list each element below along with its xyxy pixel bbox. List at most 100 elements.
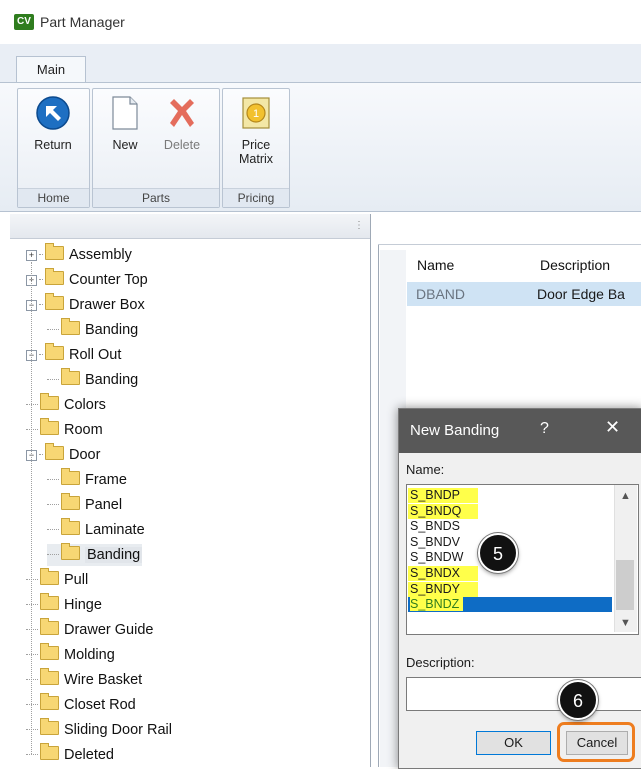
tree-connector bbox=[39, 279, 43, 280]
tree-item[interactable]: Closet Rod bbox=[26, 693, 136, 716]
cancel-highlight-outline bbox=[557, 722, 635, 762]
tree-item-label: Panel bbox=[85, 497, 123, 513]
folder-icon bbox=[45, 343, 64, 360]
tree-connector bbox=[47, 504, 59, 505]
scrollbar-thumb[interactable] bbox=[616, 560, 634, 610]
price-matrix-button-label: Price Matrix bbox=[238, 138, 274, 166]
expand-icon[interactable]: + bbox=[26, 250, 37, 261]
tree-connector bbox=[47, 479, 59, 480]
tree-item[interactable]: − Drawer Box bbox=[26, 293, 145, 316]
folder-icon bbox=[61, 543, 80, 560]
tree-item[interactable]: Deleted bbox=[26, 743, 114, 766]
tree-item[interactable]: Sliding Door Rail bbox=[26, 718, 172, 741]
tree-item[interactable]: Banding bbox=[47, 368, 139, 391]
ok-button[interactable]: OK bbox=[476, 731, 551, 755]
tree-item-label: Sliding Door Rail bbox=[64, 722, 172, 738]
tree-connector bbox=[39, 254, 43, 255]
svg-text:1: 1 bbox=[253, 108, 259, 120]
return-arrow-icon bbox=[36, 96, 70, 130]
help-icon[interactable]: ? bbox=[540, 420, 549, 438]
tree-connector bbox=[47, 554, 59, 555]
tree-item[interactable]: − Door bbox=[26, 443, 101, 466]
price-matrix-button[interactable]: 1 Price Matrix bbox=[227, 95, 285, 166]
tree-item[interactable]: + Assembly bbox=[26, 243, 132, 266]
tree-item-label: Deleted bbox=[64, 747, 114, 763]
folder-icon bbox=[61, 493, 80, 510]
column-header-description[interactable]: Description bbox=[540, 257, 610, 273]
folder-icon bbox=[40, 718, 59, 735]
tree-item-label: Drawer Guide bbox=[64, 622, 154, 638]
ribbon-group-label-pricing: Pricing bbox=[223, 188, 289, 207]
tree-connector bbox=[26, 729, 38, 730]
tree-connector bbox=[26, 429, 38, 430]
dialog-title: New Banding bbox=[410, 422, 500, 439]
column-header-name[interactable]: Name bbox=[417, 257, 454, 273]
folder-icon bbox=[40, 618, 59, 635]
folder-icon bbox=[40, 568, 59, 585]
list-item[interactable]: S_BNDP bbox=[408, 488, 478, 503]
tree-item[interactable]: − Roll Out bbox=[26, 343, 121, 366]
tree-connector bbox=[26, 404, 38, 405]
description-input[interactable] bbox=[406, 677, 641, 711]
tree-item[interactable]: Pull bbox=[26, 568, 88, 591]
step-callout-6: 6 bbox=[558, 680, 598, 720]
price-matrix-icon: 1 bbox=[242, 97, 270, 129]
tree-item[interactable]: Colors bbox=[26, 393, 106, 416]
folder-icon bbox=[40, 418, 59, 435]
return-button[interactable]: Return bbox=[24, 95, 82, 152]
tree-item[interactable]: Molding bbox=[26, 643, 115, 666]
delete-button-label: Delete bbox=[163, 138, 201, 152]
folder-icon bbox=[40, 693, 59, 710]
tree-connector bbox=[39, 304, 43, 305]
tab-main[interactable]: Main bbox=[16, 56, 86, 84]
list-item[interactable]: S_BNDZ bbox=[408, 597, 612, 613]
tree-item[interactable]: Laminate bbox=[47, 518, 145, 541]
folder-icon bbox=[45, 443, 64, 460]
tree-item[interactable]: Panel bbox=[47, 493, 123, 516]
tree-item[interactable]: Wire Basket bbox=[26, 668, 143, 691]
tree-item-label: Counter Top bbox=[69, 272, 148, 288]
list-item[interactable]: S_BNDS bbox=[408, 519, 612, 534]
tree-item-label: Assembly bbox=[69, 247, 132, 263]
close-icon[interactable]: ✕ bbox=[605, 417, 620, 438]
tree-item[interactable]: Drawer Guide bbox=[26, 618, 154, 641]
chevron-up-icon[interactable]: ▲ bbox=[620, 490, 631, 502]
tree-item[interactable]: Room bbox=[26, 418, 103, 441]
folder-icon bbox=[61, 518, 80, 535]
window-title: Part Manager bbox=[40, 14, 125, 30]
tree-connector bbox=[47, 329, 59, 330]
tree-connector bbox=[26, 579, 38, 580]
ribbon-group-pricing: 1 Price Matrix Pricing bbox=[222, 88, 290, 208]
step-callout-5: 5 bbox=[478, 533, 518, 573]
splitter-grip-icon[interactable]: ⋮ bbox=[354, 220, 364, 231]
chevron-down-icon[interactable]: ▼ bbox=[620, 617, 631, 629]
tree-item[interactable]: + Counter Top bbox=[26, 268, 148, 291]
tree-connector bbox=[47, 379, 59, 380]
tree-item-label: Banding bbox=[85, 372, 139, 388]
tree-connector bbox=[26, 754, 38, 755]
tree-item[interactable]: Frame bbox=[47, 468, 127, 491]
tree-item[interactable]: Banding bbox=[47, 318, 138, 341]
tree-item-label: Wire Basket bbox=[64, 672, 143, 688]
tree-connector bbox=[26, 654, 38, 655]
list-item[interactable]: S_BNDY bbox=[408, 581, 478, 597]
folder-icon bbox=[40, 668, 59, 685]
tree-guide-line bbox=[31, 262, 32, 754]
new-button[interactable]: New bbox=[101, 95, 149, 152]
delete-button[interactable]: Delete bbox=[153, 95, 211, 152]
grid-header-bar bbox=[378, 214, 641, 245]
tree-item-label: Door bbox=[69, 447, 101, 463]
folder-icon bbox=[40, 393, 59, 410]
return-button-label: Return bbox=[34, 138, 72, 152]
tree-item[interactable]: Banding bbox=[47, 543, 143, 566]
folder-icon bbox=[61, 368, 80, 385]
list-item[interactable]: S_BNDX bbox=[408, 566, 478, 581]
ribbon-group-parts: New Delete Parts bbox=[92, 88, 220, 208]
folder-icon bbox=[40, 593, 59, 610]
cell-description: Door Edge Ba bbox=[537, 286, 625, 302]
list-item-label: S_BNDZ bbox=[410, 597, 464, 612]
tree-item[interactable]: Hinge bbox=[26, 593, 102, 616]
folder-icon bbox=[61, 318, 80, 335]
list-item[interactable]: S_BNDQ bbox=[408, 503, 478, 519]
ribbon-group-home: Return Home bbox=[17, 88, 90, 208]
